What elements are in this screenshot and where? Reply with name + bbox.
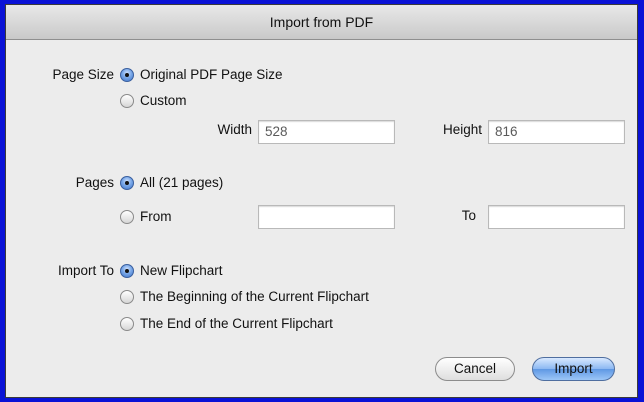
dialog-content: Page Size Original PDF Page Size Custom … — [6, 40, 637, 397]
to-label: To — [461, 208, 476, 223]
radio-end-of-current-flipchart[interactable]: The End of the Current Flipchart — [120, 316, 333, 331]
radio-unselected-icon — [120, 93, 134, 108]
radio-label: New Flipchart — [140, 263, 223, 278]
width-label: Width — [217, 122, 252, 137]
cancel-button[interactable]: Cancel — [435, 357, 515, 381]
radio-unselected-icon — [120, 209, 134, 224]
radio-label: The Beginning of the Current Flipchart — [140, 289, 369, 304]
radio-label: Original PDF Page Size — [140, 67, 283, 82]
height-label: Height — [442, 122, 482, 137]
radio-all-pages[interactable]: All (21 pages) — [120, 175, 223, 190]
radio-new-flipchart[interactable]: New Flipchart — [120, 263, 223, 278]
page-size-label: Page Size — [52, 67, 114, 82]
radio-label: Custom — [140, 93, 187, 108]
radio-unselected-icon — [120, 316, 134, 331]
import-from-pdf-dialog: Import from PDF Page Size Original PDF P… — [5, 4, 638, 398]
radio-beginning-of-current-flipchart[interactable]: The Beginning of the Current Flipchart — [120, 289, 369, 304]
width-field[interactable]: 528 — [258, 120, 395, 144]
radio-label: The End of the Current Flipchart — [140, 316, 333, 331]
dialog-title: Import from PDF — [6, 5, 637, 40]
radio-label: All (21 pages) — [140, 175, 224, 190]
import-button[interactable]: Import — [532, 357, 615, 381]
radio-original-pdf-page-size[interactable]: Original PDF Page Size — [120, 67, 283, 82]
import-to-label: Import To — [57, 263, 114, 278]
radio-selected-icon — [120, 67, 134, 82]
to-field[interactable] — [488, 205, 625, 229]
radio-from[interactable]: From — [120, 209, 172, 224]
radio-custom[interactable]: Custom — [120, 93, 187, 108]
from-field[interactable] — [258, 205, 395, 229]
radio-selected-icon — [120, 263, 134, 278]
radio-unselected-icon — [120, 289, 134, 304]
height-field[interactable]: 816 — [488, 120, 625, 144]
radio-selected-icon — [120, 175, 134, 190]
radio-label: From — [140, 209, 172, 224]
pages-label: Pages — [75, 175, 114, 190]
